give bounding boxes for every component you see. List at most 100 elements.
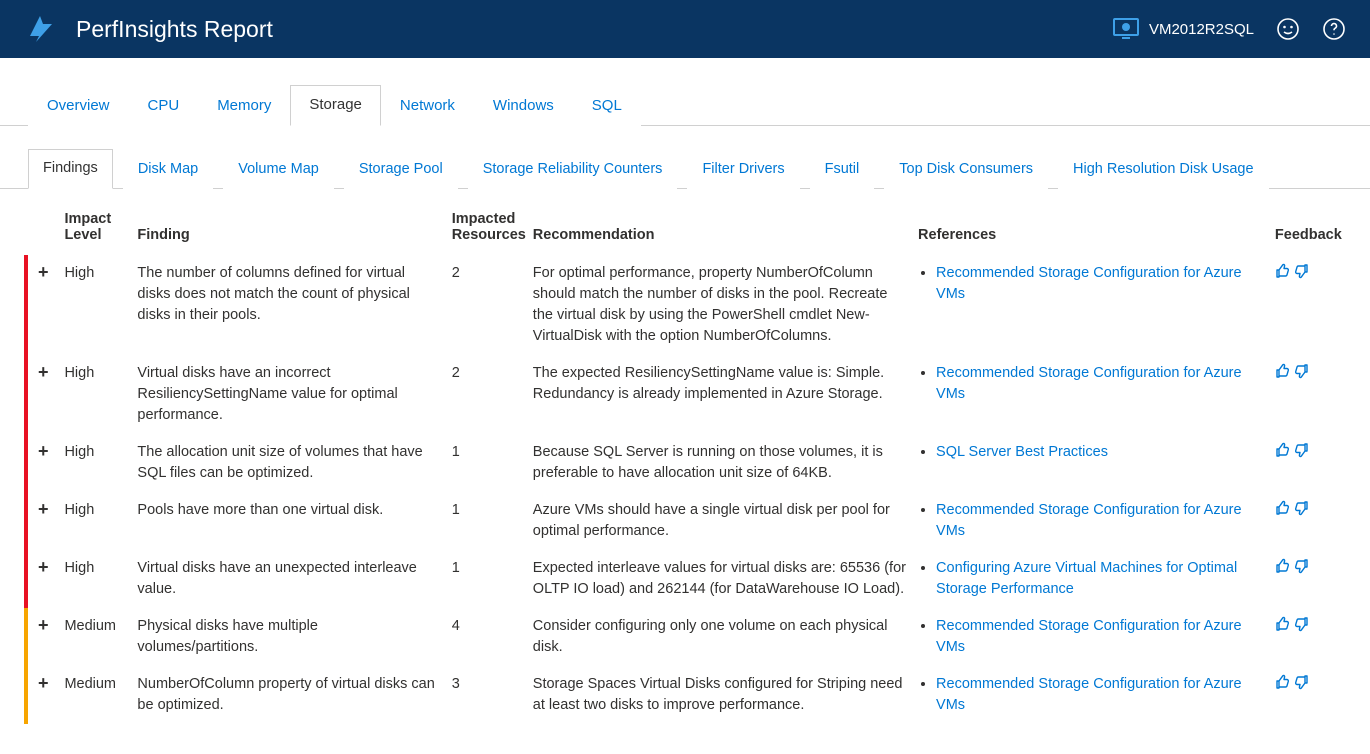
- thumbs-down-icon[interactable]: [1293, 674, 1309, 690]
- thumbs-down-icon[interactable]: [1293, 442, 1309, 458]
- subtab-volume-map[interactable]: Volume Map: [223, 150, 334, 189]
- tab-windows[interactable]: Windows: [474, 86, 573, 126]
- reference-link[interactable]: Recommended Storage Configuration for Az…: [936, 265, 1241, 302]
- cell-feedback: [1269, 492, 1346, 550]
- thumbs-down-icon[interactable]: [1293, 616, 1309, 632]
- thumbs-down-icon[interactable]: [1293, 263, 1309, 279]
- monitor-icon: [1113, 18, 1139, 40]
- thumbs-up-icon[interactable]: [1275, 558, 1291, 574]
- tab-overview[interactable]: Overview: [28, 86, 129, 126]
- app-header: PerfInsights Report VM2012R2SQL: [0, 0, 1370, 58]
- tab-cpu[interactable]: CPU: [129, 86, 199, 126]
- feedback-smiley-icon[interactable]: [1276, 17, 1300, 41]
- thumbs-up-icon[interactable]: [1275, 674, 1291, 690]
- expand-icon[interactable]: +: [26, 666, 58, 724]
- cell-recommendation: Consider configuring only one volume on …: [527, 608, 912, 666]
- thumbs-down-icon[interactable]: [1293, 363, 1309, 379]
- reference-link[interactable]: Recommended Storage Configuration for Az…: [936, 365, 1241, 402]
- subtab-top-disk-consumers[interactable]: Top Disk Consumers: [884, 150, 1048, 189]
- table-row: +HighVirtual disks have an incorrect Res…: [26, 355, 1346, 434]
- cell-references: SQL Server Best Practices: [912, 434, 1269, 492]
- col-refs: References: [912, 203, 1269, 255]
- cell-references: Configuring Azure Virtual Machines for O…: [912, 550, 1269, 608]
- cell-feedback: [1269, 608, 1346, 666]
- col-impact: Impact Level: [58, 203, 131, 255]
- cell-finding: The allocation unit size of volumes that…: [131, 434, 445, 492]
- expand-icon[interactable]: +: [26, 434, 58, 492]
- cell-recommendation: Expected interleave values for virtual d…: [527, 550, 912, 608]
- table-row: +HighVirtual disks have an unexpected in…: [26, 550, 1346, 608]
- cell-finding: Pools have more than one virtual disk.: [131, 492, 445, 550]
- azure-logo-icon: [24, 12, 58, 46]
- cell-resources: 3: [446, 666, 527, 724]
- thumbs-down-icon[interactable]: [1293, 500, 1309, 516]
- cell-finding: NumberOfColumn property of virtual disks…: [131, 666, 445, 724]
- cell-feedback: [1269, 434, 1346, 492]
- expand-icon[interactable]: +: [26, 550, 58, 608]
- cell-impact: High: [58, 434, 131, 492]
- col-feedback: Feedback: [1269, 203, 1346, 255]
- subtab-findings[interactable]: Findings: [28, 149, 113, 189]
- thumbs-up-icon[interactable]: [1275, 500, 1291, 516]
- cell-feedback: [1269, 255, 1346, 355]
- cell-impact: Medium: [58, 608, 131, 666]
- header-right: VM2012R2SQL: [1113, 17, 1346, 41]
- cell-impact: High: [58, 492, 131, 550]
- thumbs-up-icon[interactable]: [1275, 363, 1291, 379]
- col-resources: Impacted Resources: [446, 203, 527, 255]
- tab-memory[interactable]: Memory: [198, 86, 290, 126]
- help-icon[interactable]: [1322, 17, 1346, 41]
- subtab-high-resolution-disk-usage[interactable]: High Resolution Disk Usage: [1058, 150, 1269, 189]
- expand-icon[interactable]: +: [26, 492, 58, 550]
- main-tabs: OverviewCPUMemoryStorageNetworkWindowsSQ…: [0, 84, 1370, 126]
- expand-icon[interactable]: +: [26, 255, 58, 355]
- reference-link[interactable]: SQL Server Best Practices: [936, 444, 1108, 460]
- cell-finding: The number of columns defined for virtua…: [131, 255, 445, 355]
- reference-link[interactable]: Configuring Azure Virtual Machines for O…: [936, 560, 1237, 597]
- table-header-row: Impact Level Finding Impacted Resources …: [26, 203, 1346, 255]
- cell-impact: Medium: [58, 666, 131, 724]
- cell-impact: High: [58, 355, 131, 434]
- thumbs-up-icon[interactable]: [1275, 263, 1291, 279]
- tab-sql[interactable]: SQL: [573, 86, 641, 126]
- cell-impact: High: [58, 255, 131, 355]
- subtab-storage-pool[interactable]: Storage Pool: [344, 150, 458, 189]
- cell-recommendation: Azure VMs should have a single virtual d…: [527, 492, 912, 550]
- cell-recommendation: Because SQL Server is running on those v…: [527, 434, 912, 492]
- tab-network[interactable]: Network: [381, 86, 474, 126]
- subtab-filter-drivers[interactable]: Filter Drivers: [687, 150, 799, 189]
- cell-resources: 1: [446, 492, 527, 550]
- expand-icon[interactable]: +: [26, 608, 58, 666]
- sub-tabs: Findings Disk Map Volume Map Storage Pool St…: [0, 148, 1370, 189]
- vm-name: VM2012R2SQL: [1149, 21, 1254, 38]
- table-row: +MediumPhysical disks have multiple volu…: [26, 608, 1346, 666]
- cell-finding: Virtual disks have an unexpected interle…: [131, 550, 445, 608]
- cell-feedback: [1269, 550, 1346, 608]
- cell-references: Recommended Storage Configuration for Az…: [912, 666, 1269, 724]
- thumbs-up-icon[interactable]: [1275, 442, 1291, 458]
- cell-references: Recommended Storage Configuration for Az…: [912, 608, 1269, 666]
- reference-link[interactable]: Recommended Storage Configuration for Az…: [936, 676, 1241, 713]
- col-expand: [26, 203, 58, 255]
- cell-resources: 2: [446, 255, 527, 355]
- cell-feedback: [1269, 666, 1346, 724]
- thumbs-up-icon[interactable]: [1275, 616, 1291, 632]
- table-row: +HighThe allocation unit size of volumes…: [26, 434, 1346, 492]
- tab-storage[interactable]: Storage: [290, 85, 381, 126]
- reference-link[interactable]: Recommended Storage Configuration for Az…: [936, 502, 1241, 539]
- reference-link[interactable]: Recommended Storage Configuration for Az…: [936, 618, 1241, 655]
- findings-panel: Impact Level Finding Impacted Resources …: [0, 189, 1370, 754]
- col-recommend: Recommendation: [527, 203, 912, 255]
- page-title: PerfInsights Report: [76, 16, 1113, 43]
- thumbs-down-icon[interactable]: [1293, 558, 1309, 574]
- cell-finding: Virtual disks have an incorrect Resilien…: [131, 355, 445, 434]
- subtab-disk-map[interactable]: Disk Map: [123, 150, 213, 189]
- vm-indicator: VM2012R2SQL: [1113, 18, 1254, 40]
- cell-references: Recommended Storage Configuration for Az…: [912, 492, 1269, 550]
- cell-recommendation: Storage Spaces Virtual Disks configured …: [527, 666, 912, 724]
- subtab-storage-reliability-counters[interactable]: Storage Reliability Counters: [468, 150, 678, 189]
- cell-feedback: [1269, 355, 1346, 434]
- expand-icon[interactable]: +: [26, 355, 58, 434]
- subtab-fsutil[interactable]: Fsutil: [810, 150, 875, 189]
- col-finding: Finding: [131, 203, 445, 255]
